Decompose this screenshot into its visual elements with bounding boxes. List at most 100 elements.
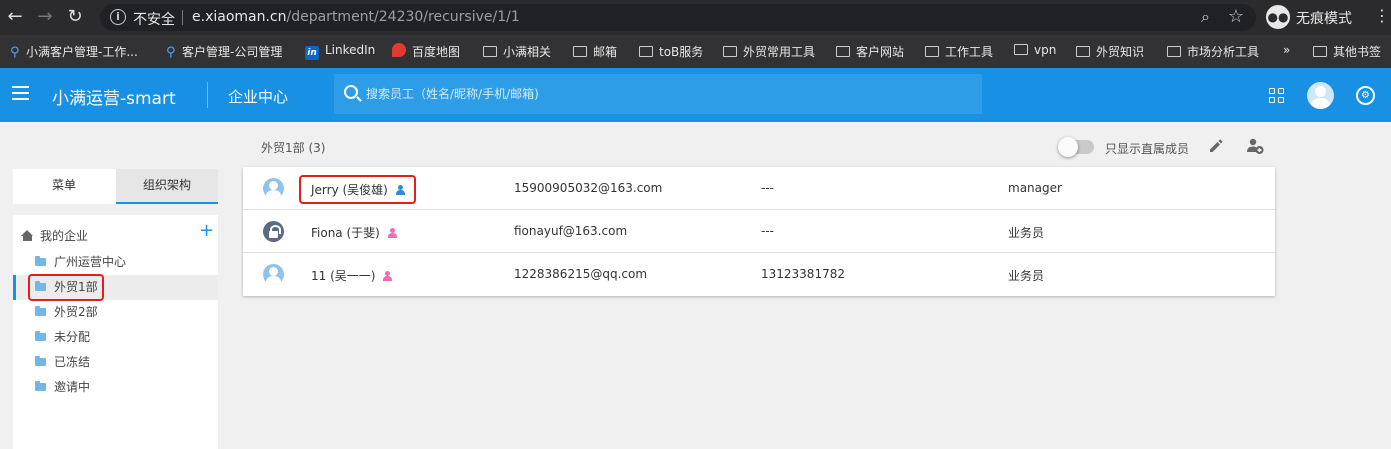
app-title[interactable]: 小满运营-smart: [52, 84, 176, 109]
apps-grid-icon[interactable]: [1269, 88, 1285, 104]
tree-item-unassigned[interactable]: 未分配: [13, 325, 218, 350]
bookmark-item[interactable]: 百度地图: [392, 43, 460, 61]
member-phone: ---: [761, 181, 774, 195]
sidebar-tabs: 菜单 组织架构: [13, 169, 218, 204]
tree-root-label: 我的企业: [40, 229, 89, 243]
folder-icon: [35, 256, 46, 266]
folder-icon: [1014, 44, 1028, 55]
linkedin-icon: in: [305, 46, 319, 60]
folder-icon: [35, 306, 46, 316]
member-name[interactable]: Fiona (于斐): [311, 224, 397, 241]
female-user-icon: [387, 228, 397, 238]
member-email: 15900905032@163.com: [514, 181, 663, 195]
bookmark-folder[interactable]: 小满相关: [483, 43, 551, 61]
back-icon[interactable]: ←: [4, 6, 26, 28]
zoom-icon[interactable]: ⌕: [1201, 7, 1210, 27]
folder-icon: [1167, 46, 1181, 57]
member-email: 1228386215@qq.com: [514, 267, 648, 281]
address-bar[interactable]: i 不安全 e.xiaoman.cn/department/24230/recu…: [100, 4, 1256, 31]
browser-menu-icon[interactable]: ⋮: [1374, 6, 1390, 25]
table-row[interactable]: Fiona (于斐) fionayuf@163.com --- 业务员: [243, 210, 1275, 253]
org-tree: 我的企业 + 广州运营中心 外贸1部 外贸2部 未分配 已冻结 邀请中: [13, 215, 218, 449]
highlight-annotation: [28, 274, 104, 301]
toggle-label: 只显示直属成员: [1105, 142, 1190, 156]
bookmark-item[interactable]: ⚲ 小满客户管理-工作...: [10, 43, 138, 61]
section-title: 企业中心: [228, 88, 289, 106]
menu-icon[interactable]: [12, 86, 29, 100]
bookmark-folder[interactable]: 外贸知识: [1076, 43, 1144, 61]
member-role: 业务员: [1008, 226, 1045, 240]
incognito-indicator[interactable]: ●● 无痕模式: [1266, 5, 1358, 30]
folder-icon: [723, 46, 737, 57]
table-row[interactable]: 11 (吴一一) 1228386215@qq.com 13123381782 业…: [243, 253, 1275, 296]
bookmark-item[interactable]: ⚲ 客户管理-公司管理: [166, 43, 282, 61]
folder-icon: [573, 46, 587, 57]
home-icon: [21, 230, 34, 241]
tree-item-inviting[interactable]: 邀请中: [13, 375, 218, 400]
member-email: fionayuf@163.com: [514, 224, 628, 238]
bookmark-folder[interactable]: 工作工具: [925, 43, 993, 61]
bookmark-folder[interactable]: 其他书签: [1313, 43, 1381, 61]
browser-toolbar: ← → ↻ i 不安全 e.xiaoman.cn/department/2423…: [0, 0, 1391, 35]
folder-icon: [483, 46, 497, 57]
member-name[interactable]: 11 (吴一一): [311, 267, 393, 284]
folder-icon: [1313, 46, 1327, 57]
url-text[interactable]: e.xiaoman.cn/department/24230/recursive/…: [192, 9, 520, 25]
bookmarks-bar: ⚲ 小满客户管理-工作... ⚲ 客户管理-公司管理 in LinkedIn 百度地图…: [0, 35, 1391, 68]
folder-icon: [836, 46, 850, 57]
member-phone: 13123381782: [761, 267, 845, 281]
tree-root[interactable]: 我的企业: [21, 227, 88, 244]
folder-icon: [35, 381, 46, 391]
settings-icon[interactable]: ⚙: [1356, 86, 1375, 105]
search-icon: [344, 85, 358, 99]
member-avatar: [263, 264, 284, 285]
url-path: /department/24230/recursive/1/1: [286, 9, 520, 25]
department-heading: 外贸1部 (3): [261, 141, 326, 155]
folder-icon: [35, 356, 46, 366]
highlight-annotation: [299, 175, 416, 204]
map-pin-icon: [392, 43, 406, 57]
bookmark-star-icon[interactable]: ☆: [1228, 6, 1244, 27]
tree-item-frozen[interactable]: 已冻结: [13, 350, 218, 375]
incognito-label: 无痕模式: [1296, 11, 1352, 27]
female-user-icon: [383, 271, 393, 281]
divider: [207, 82, 208, 108]
member-role: manager: [1008, 181, 1062, 195]
tab-menu[interactable]: 菜单: [13, 169, 115, 204]
edit-icon[interactable]: [1208, 138, 1224, 154]
divider: [182, 10, 183, 25]
bookmark-folder[interactable]: 客户网站: [836, 43, 904, 61]
direct-members-toggle[interactable]: [1058, 137, 1094, 157]
member-phone: ---: [761, 224, 774, 238]
bookmark-folder[interactable]: 市场分析工具: [1167, 43, 1259, 61]
bookmark-folder[interactable]: 外贸常用工具: [723, 43, 815, 61]
tree-item-waimao-2[interactable]: 外贸2部: [13, 300, 218, 325]
member-role: 业务员: [1008, 269, 1045, 283]
forward-icon[interactable]: →: [34, 6, 56, 28]
add-department-icon[interactable]: +: [199, 220, 214, 241]
location-pin-icon: ⚲: [10, 45, 20, 60]
location-pin-icon: ⚲: [166, 45, 176, 60]
url-host: e.xiaoman.cn: [192, 9, 287, 25]
bookmark-folder[interactable]: toB服务: [639, 43, 703, 61]
app-header: 小满运营-smart 企业中心 ⚙: [0, 68, 1391, 122]
locked-avatar: [263, 221, 284, 242]
member-avatar: [263, 178, 284, 199]
folder-icon: [35, 331, 46, 341]
add-member-icon[interactable]: [1246, 137, 1264, 155]
incognito-icon: ●●: [1266, 5, 1290, 29]
bookmarks-overflow[interactable]: »: [1283, 43, 1290, 61]
search-input[interactable]: [366, 83, 966, 105]
bookmark-folder[interactable]: 邮箱: [573, 43, 617, 61]
folder-icon: [925, 46, 939, 57]
tree-item-guangzhou[interactable]: 广州运营中心: [13, 250, 218, 275]
folder-icon: [639, 46, 653, 57]
employee-search[interactable]: [334, 74, 982, 114]
bookmark-folder[interactable]: vpn: [1014, 43, 1056, 61]
user-avatar[interactable]: [1307, 82, 1334, 109]
reload-icon[interactable]: ↻: [64, 6, 86, 28]
info-icon[interactable]: i: [110, 9, 126, 25]
bookmark-item[interactable]: in LinkedIn: [305, 43, 375, 61]
tab-org-structure[interactable]: 组织架构: [116, 169, 218, 204]
folder-icon: [1076, 46, 1090, 57]
